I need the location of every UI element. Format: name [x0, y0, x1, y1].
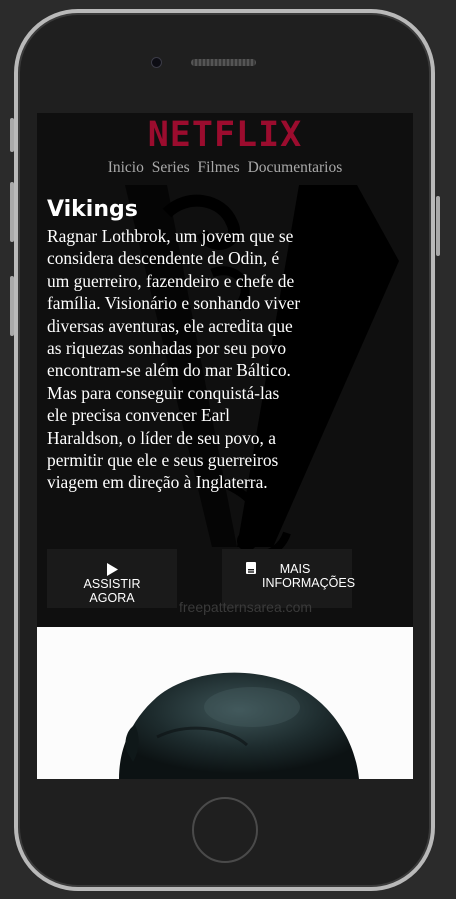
earpiece-speaker	[191, 59, 256, 66]
play-icon	[107, 563, 118, 576]
front-camera	[151, 57, 162, 68]
show-description: Ragnar Lothbrok, um jovem que se conside…	[47, 226, 301, 493]
nav-item-series[interactable]: Series	[152, 159, 190, 176]
nav-item-documentarios[interactable]: Documentarios	[248, 159, 343, 176]
watermark-text: freepatternsarea.com	[179, 599, 313, 615]
nav-item-inicio[interactable]: Inicio	[108, 159, 144, 176]
main-nav: Inicio Series Filmes Documentarios	[37, 159, 413, 177]
more-info-label: MAIS INFORMAÇÕES	[262, 562, 356, 590]
nav-item-filmes[interactable]: Filmes	[198, 159, 240, 176]
show-title: Vikings	[47, 197, 138, 222]
power-button	[436, 196, 440, 256]
netflix-logo[interactable]: NETFLIX	[37, 115, 413, 155]
watch-now-button[interactable]: ASSISTIR AGORA	[47, 549, 177, 608]
app-screen: NETFLIX Inicio Series Filmes Documentari…	[37, 113, 413, 779]
ragnar-portrait-image	[119, 672, 359, 779]
document-icon	[246, 562, 256, 574]
home-button[interactable]	[192, 797, 258, 863]
show-poster-image[interactable]	[37, 627, 413, 779]
watch-now-label: ASSISTIR AGORA	[83, 577, 141, 605]
hero-banner: NETFLIX Inicio Series Filmes Documentari…	[37, 113, 413, 627]
